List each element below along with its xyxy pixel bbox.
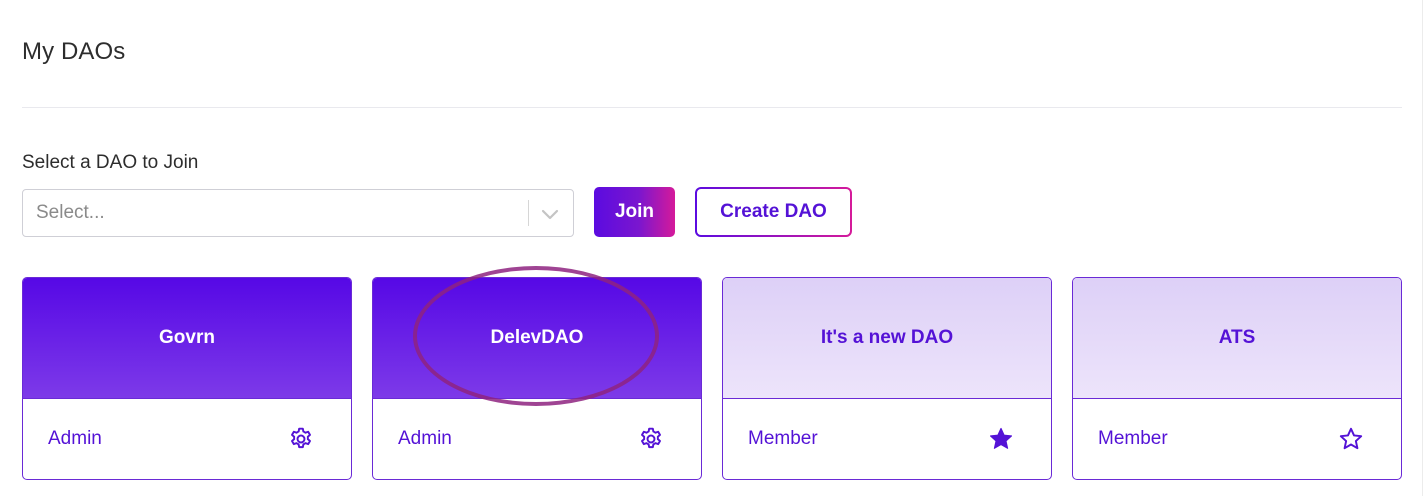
dao-card-delevdao[interactable]: DelevDAO Admin [372,277,702,480]
page-title: My DAOs [22,38,126,65]
select-separator [528,200,529,226]
join-select-label: Select a DAO to Join [22,152,199,173]
dao-card-name[interactable]: Govrn [23,278,351,399]
chevron-down-icon[interactable] [539,204,561,224]
dao-card-footer: Member [723,399,1051,479]
dao-card-role: Admin [48,428,102,449]
dao-card-name[interactable]: It's a new DAO [723,278,1051,399]
create-dao-button[interactable]: Create DAO [695,187,852,237]
star-filled-icon[interactable] [988,426,1014,452]
my-daos-page: My DAOs Select a DAO to Join Select... J… [0,0,1425,496]
dao-card-footer: Admin [373,399,701,479]
dao-card-name[interactable]: DelevDAO [373,278,701,399]
gear-icon[interactable] [288,426,314,452]
header-divider [22,107,1402,108]
dao-card-role: Member [748,428,818,449]
dao-card-name[interactable]: ATS [1073,278,1401,399]
right-border [1422,0,1423,496]
dao-card-role: Admin [398,428,452,449]
star-outline-icon[interactable] [1338,426,1364,452]
join-button[interactable]: Join [594,187,675,237]
gear-icon[interactable] [638,426,664,452]
dao-card-footer: Admin [23,399,351,479]
dao-card-its-a-new-dao[interactable]: It's a new DAO Member [722,277,1052,480]
dao-card-footer: Member [1073,399,1401,479]
dao-card-role: Member [1098,428,1168,449]
dao-card-ats[interactable]: ATS Member [1072,277,1402,480]
dao-select[interactable]: Select... [22,189,574,237]
dao-select-placeholder: Select... [36,202,105,223]
dao-card-govrn[interactable]: Govrn Admin [22,277,352,480]
